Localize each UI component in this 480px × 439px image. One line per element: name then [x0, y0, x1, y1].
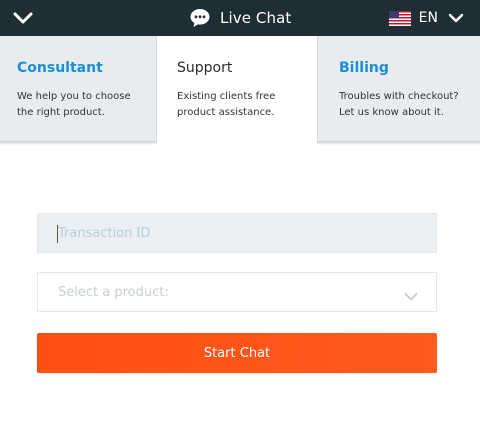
language-code: EN	[418, 10, 438, 26]
language-selector[interactable]: EN	[388, 7, 464, 29]
transaction-id-input[interactable]	[38, 214, 436, 252]
tab-support-description: Existing clients free product assistance…	[177, 91, 276, 118]
text-caret	[57, 225, 58, 243]
active-tab-gap	[157, 139, 317, 147]
collapse-chevron-icon[interactable]	[10, 7, 36, 29]
tab-consultant[interactable]: Consultant We help you to choose the rig…	[0, 36, 157, 142]
product-select[interactable]: Select a product:	[37, 272, 437, 312]
tab-consultant-description: We help you to choose the right product.	[17, 91, 131, 118]
tab-billing-title: Billing	[339, 60, 389, 76]
tab-support-title: Support	[177, 60, 233, 76]
chat-header: Live Chat EN	[0, 0, 480, 36]
chevron-down-icon	[404, 287, 418, 306]
chat-topic-tabs: Consultant We help you to choose the rig…	[0, 36, 480, 142]
header-title-group: Live Chat	[188, 6, 291, 30]
product-select-label: Select a product:	[58, 285, 169, 300]
tab-billing-description: Troubles with checkout? Let us know abou…	[339, 91, 459, 118]
tab-billing[interactable]: Billing Troubles with checkout? Let us k…	[317, 36, 480, 142]
tab-support[interactable]: Support Existing clients free product as…	[157, 36, 317, 142]
us-flag-icon	[388, 10, 411, 26]
tab-consultant-title: Consultant	[17, 60, 103, 76]
language-chevron-down-icon	[448, 9, 464, 28]
transaction-id-field[interactable]	[37, 213, 437, 253]
start-chat-button[interactable]: Start Chat	[37, 333, 437, 373]
chat-bubble-icon	[188, 7, 212, 29]
chat-title: Live Chat	[220, 9, 292, 27]
